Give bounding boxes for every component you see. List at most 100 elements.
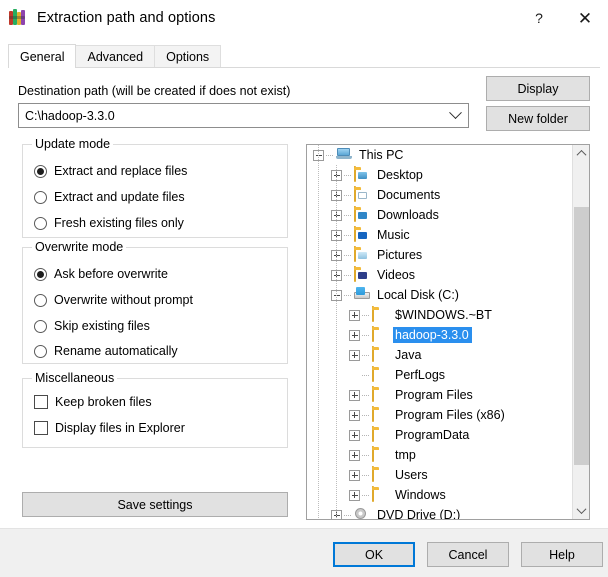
ok-button-label: OK [365,548,383,562]
tree-item-tmp[interactable]: tmp [307,445,572,465]
expand-icon[interactable] [349,470,360,481]
expand-icon[interactable] [349,490,360,501]
checkbox-label: Keep broken files [55,395,152,409]
tab-general[interactable]: General [8,44,76,68]
radio-icon [34,191,47,204]
tree-guide-line [318,145,319,519]
help-button[interactable]: Help [521,542,603,567]
tree-item-label: PerfLogs [393,367,448,383]
tree-item-videos[interactable]: Videos [307,265,572,285]
tree-item-hadoop-3-3-0[interactable]: hadoop-3.3.0 [307,325,572,345]
update-mode-group: Update mode Extract and replace files Ex… [22,144,288,238]
radio-icon [34,268,47,281]
tree-connector [344,195,352,196]
ok-button[interactable]: OK [333,542,415,567]
folder-icon [372,347,388,363]
tree-item-this-pc[interactable]: This PC [307,145,572,165]
folder-downloads-icon [354,207,370,223]
checkbox-icon [34,421,48,435]
cancel-button-label: Cancel [449,548,488,562]
save-settings-label: Save settings [117,498,192,512]
display-button[interactable]: Display [486,76,590,101]
expand-icon[interactable] [349,350,360,361]
radio-icon [34,345,47,358]
radio-rename-automatically[interactable]: Rename automatically [34,342,178,360]
tree-item-users[interactable]: Users [307,465,572,485]
tree-connector [362,375,370,376]
expand-icon[interactable] [349,450,360,461]
checkbox-icon [34,395,48,409]
expand-icon[interactable] [349,330,360,341]
folder-icon [372,447,388,463]
folder-icon [372,407,388,423]
tab-general-label: General [20,50,64,64]
tab-advanced[interactable]: Advanced [75,45,155,68]
checkbox-keep-broken-files[interactable]: Keep broken files [34,393,152,411]
tree-item-label: ProgramData [393,427,472,443]
new-folder-button[interactable]: New folder [486,106,590,131]
tree-item-dvd-drive-d[interactable]: DVD Drive (D:) [307,505,572,519]
dialog-footer [0,528,608,577]
radio-ask-before-overwrite[interactable]: Ask before overwrite [34,265,168,283]
expand-icon[interactable] [349,430,360,441]
tree-connector [344,295,352,296]
checkbox-display-files-in-explorer[interactable]: Display files in Explorer [34,419,185,437]
tree-connector [344,215,352,216]
tree-item-label: Users [393,467,431,483]
radio-label: Overwrite without prompt [54,293,193,307]
close-icon: ✕ [578,10,592,27]
tab-options[interactable]: Options [154,45,221,68]
cancel-button[interactable]: Cancel [427,542,509,567]
tree-item-desktop[interactable]: Desktop [307,165,572,185]
folder-tree[interactable]: This PC Desktop DocumentsDownloadsMusicPic… [306,144,590,520]
destination-path-input[interactable]: C:\hadoop-3.3.0 [19,109,442,123]
tree-connector [362,415,370,416]
expand-icon[interactable] [349,310,360,321]
expand-icon[interactable] [349,410,360,421]
tree-item-label: Program Files (x86) [393,407,508,423]
folder-desktop-icon [354,167,370,183]
tree-guide-line [336,165,337,519]
overwrite-mode-group: Overwrite mode Ask before overwrite Over… [22,247,288,364]
tree-item-downloads[interactable]: Downloads [307,205,572,225]
tree-item-local-disk-c[interactable]: Local Disk (C:) [307,285,572,305]
drive-icon [354,287,370,303]
tree-item-pictures[interactable]: Pictures [307,245,572,265]
tree-item-windows[interactable]: Windows [307,485,572,505]
tree-vertical-scrollbar[interactable] [572,145,589,519]
radio-fresh-existing-files-only[interactable]: Fresh existing files only [34,214,184,232]
radio-overwrite-without-prompt[interactable]: Overwrite without prompt [34,291,193,309]
tree-item-java[interactable]: Java [307,345,572,365]
radio-skip-existing-files[interactable]: Skip existing files [34,317,150,335]
question-mark-icon: ? [535,10,543,26]
radio-extract-and-replace-files[interactable]: Extract and replace files [34,162,187,180]
close-button[interactable]: ✕ [562,0,608,36]
tree-item-label: Desktop [375,167,426,183]
tree-item-documents[interactable]: Documents [307,185,572,205]
radio-icon [34,320,47,333]
scrollbar-thumb[interactable] [574,207,589,465]
radio-extract-and-update-files[interactable]: Extract and update files [34,188,185,206]
folder-pictures-icon [354,247,370,263]
tree-item-windows-bt[interactable]: $WINDOWS.~BT [307,305,572,325]
folder-icon [372,487,388,503]
tree-connector [362,315,370,316]
destination-path-combobox[interactable]: C:\hadoop-3.3.0 [18,103,469,128]
tree-item-program-files-x86[interactable]: Program Files (x86) [307,405,572,425]
expand-icon[interactable] [349,390,360,401]
tree-item-program-files[interactable]: Program Files [307,385,572,405]
tree-item-perflogs[interactable]: PerfLogs [307,365,572,385]
radio-label: Ask before overwrite [54,267,168,281]
tree-item-label: Local Disk (C:) [375,287,462,303]
tree-item-programdata[interactable]: ProgramData [307,425,572,445]
tree-item-music[interactable]: Music [307,225,572,245]
scroll-up-icon[interactable] [573,145,589,162]
save-settings-button[interactable]: Save settings [22,492,288,517]
help-button-label: Help [549,548,575,562]
scroll-down-icon[interactable] [573,502,589,519]
tree-connector [362,435,370,436]
folder-icon [372,367,388,383]
help-titlebar-button[interactable]: ? [516,0,562,36]
chevron-down-icon[interactable] [442,104,468,127]
tab-underline [8,67,600,68]
